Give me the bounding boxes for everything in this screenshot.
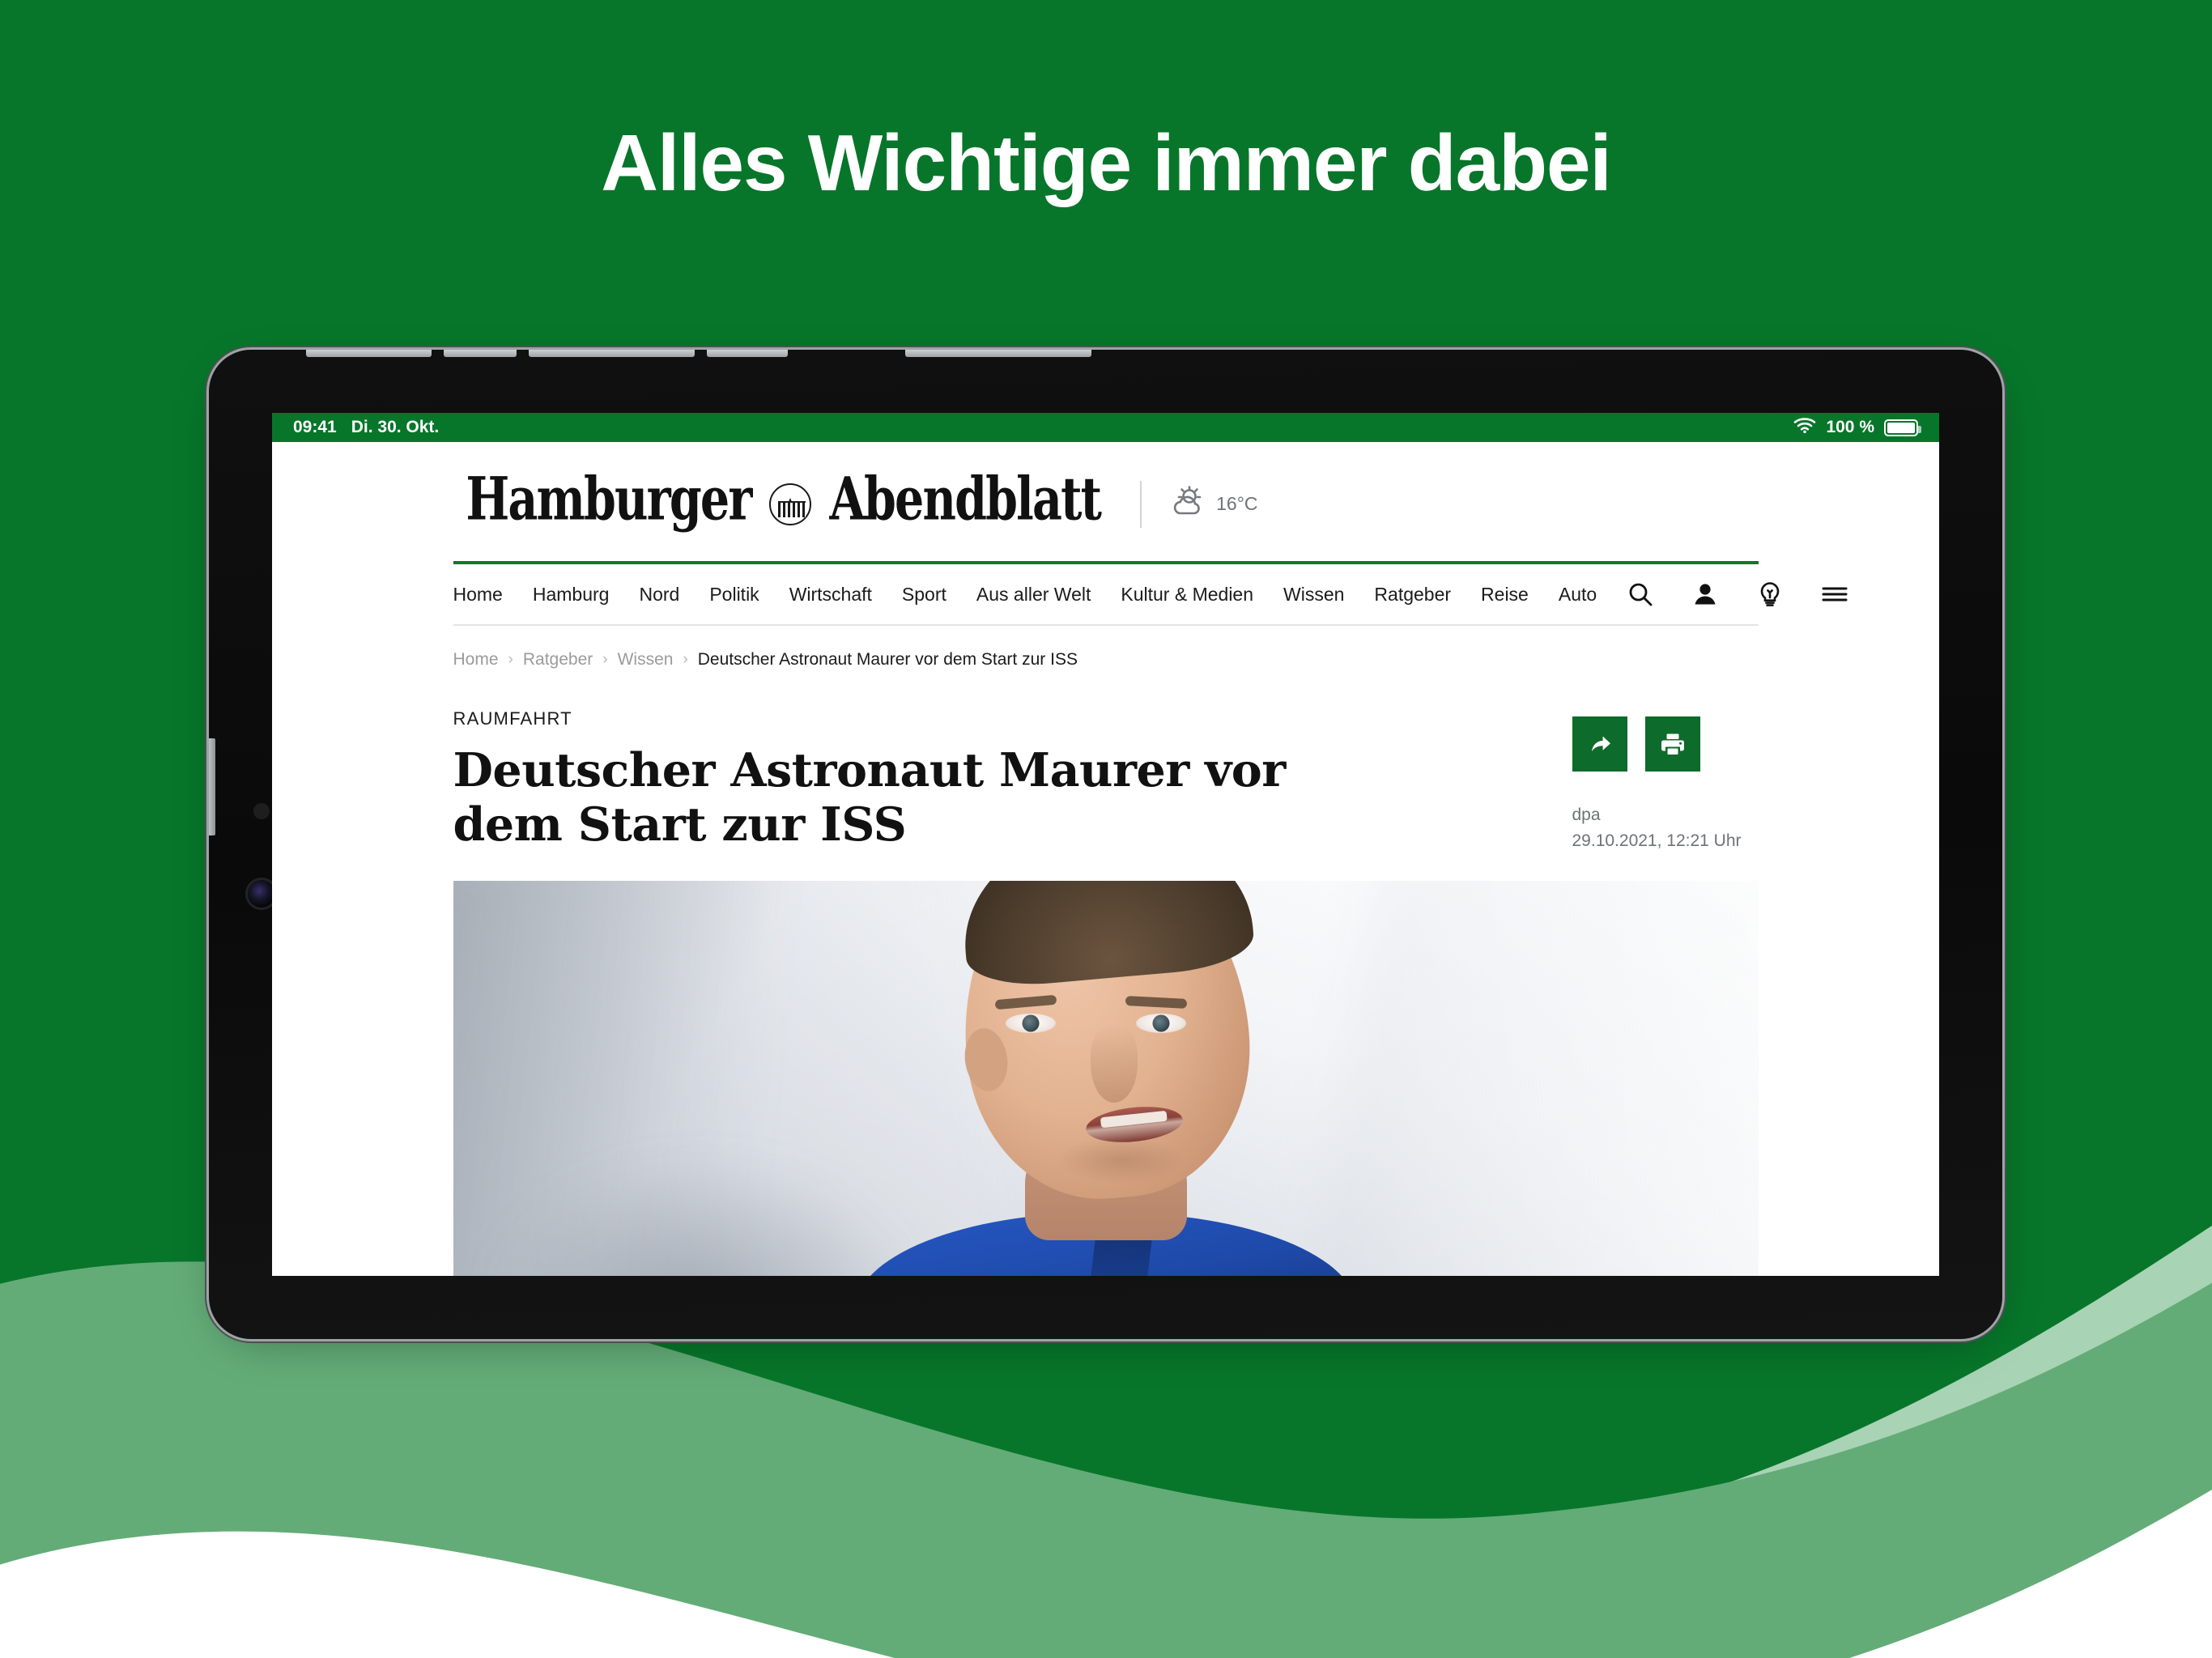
hamburg-coat-of-arms-seal-icon: [769, 483, 812, 525]
promo-headline: Alles Wichtige immer dabei: [601, 118, 1611, 207]
eye: [1005, 1014, 1056, 1033]
article-timestamp: 29.10.2021, 12:21 Uhr: [1572, 831, 1742, 850]
wifi-icon: [1793, 417, 1816, 438]
nav-item-hamburg[interactable]: Hamburg: [533, 584, 610, 606]
nav-item-auto[interactable]: Auto: [1559, 584, 1597, 606]
chin-shadow: [1055, 1137, 1185, 1184]
nav-item-kultur-medien[interactable]: Kultur & Medien: [1121, 584, 1253, 606]
news-site-page: Hamburger Abendblatt 16°C Home Hamburg N…: [272, 442, 1939, 1276]
breadcrumb-separator: ›: [602, 651, 608, 668]
astronaut-portrait: [854, 881, 1357, 1276]
article-byline: dpa 29.10.2021, 12:21 Uhr: [1572, 802, 1759, 853]
battery-full-icon: [1884, 419, 1921, 436]
article-actions: [1572, 716, 1759, 772]
breadcrumb-item-wissen[interactable]: Wissen: [618, 650, 674, 670]
weather-temperature: 16°C: [1216, 493, 1258, 514]
site-logo[interactable]: Hamburger Abendblatt: [453, 464, 1113, 534]
breadcrumb: Home › Ratgeber › Wissen › Deutscher Ast…: [453, 626, 1759, 691]
nav-item-wirtschaft[interactable]: Wirtschaft: [789, 584, 872, 606]
article-header: RAUMFAHRT Deutscher Astronaut Maurer vor…: [453, 691, 1759, 853]
nav-item-ratgeber[interactable]: Ratgeber: [1374, 584, 1451, 606]
status-time: 09:41: [293, 418, 337, 436]
breadcrumb-item-ratgeber[interactable]: Ratgeber: [523, 650, 593, 670]
article-source: dpa: [1572, 806, 1601, 824]
front-camera-icon: [248, 880, 275, 908]
eye: [1135, 1014, 1186, 1033]
tablet-device: 09:41 Di. 30. Okt. 100 % Hamburger Abend…: [209, 350, 2002, 1342]
tablet-frame: 09:41 Di. 30. Okt. 100 % Hamburger Abend…: [209, 350, 2002, 1339]
logo-text-left: Hamburger: [465, 463, 752, 534]
antenna-band: [905, 350, 1091, 357]
status-date: Di. 30. Okt.: [351, 418, 440, 436]
hamburger-menu-icon[interactable]: [1821, 580, 1848, 608]
antenna-band: [529, 350, 695, 357]
print-button[interactable]: [1644, 716, 1700, 772]
nose: [1090, 1025, 1138, 1103]
tablet-screen: 09:41 Di. 30. Okt. 100 % Hamburger Abend…: [272, 413, 1939, 1276]
nav-item-nord[interactable]: Nord: [639, 584, 679, 606]
status-bar: 09:41 Di. 30. Okt. 100 %: [272, 413, 1939, 442]
battery-percent-label: 100 %: [1826, 418, 1874, 436]
masthead-divider: [1140, 480, 1142, 528]
sun-behind-cloud-icon: [1169, 485, 1206, 523]
ambient-sensor-icon: [253, 803, 270, 819]
nav-item-wissen[interactable]: Wissen: [1283, 584, 1344, 606]
lightbulb-icon[interactable]: [1756, 580, 1784, 608]
user-account-icon[interactable]: [1691, 580, 1719, 608]
nav-item-reise[interactable]: Reise: [1481, 584, 1529, 606]
article-kicker: RAUMFAHRT: [453, 708, 572, 729]
article-headline: Deutscher Astronaut Maurer vor dem Start…: [453, 743, 1287, 852]
logo-text-right: Abendblatt: [829, 463, 1102, 534]
article-lead-image: [453, 881, 1759, 1276]
nav-item-aus-aller-welt[interactable]: Aus aller Welt: [976, 584, 1091, 606]
antenna-band: [306, 350, 432, 357]
volume-button[interactable]: [209, 738, 215, 835]
antenna-band: [444, 350, 517, 357]
main-navigation: Home Hamburg Nord Politik Wirtschaft Spo…: [453, 564, 1848, 624]
breadcrumb-item-home[interactable]: Home: [453, 650, 499, 670]
share-button[interactable]: [1572, 716, 1627, 772]
nav-item-politik[interactable]: Politik: [709, 584, 759, 606]
site-masthead: Hamburger Abendblatt 16°C: [453, 442, 1759, 561]
breadcrumb-item-current: Deutscher Astronaut Maurer vor dem Start…: [697, 650, 1078, 669]
antenna-band: [707, 350, 788, 357]
breadcrumb-separator: ›: [508, 651, 513, 668]
breadcrumb-separator: ›: [683, 651, 688, 668]
nav-item-sport[interactable]: Sport: [902, 584, 946, 606]
search-icon[interactable]: [1627, 580, 1654, 608]
promo-backdrop: Alles Wichtige immer dabei 09:41 Di. 30.…: [0, 0, 2212, 1658]
weather-widget[interactable]: 16°C: [1169, 485, 1258, 523]
nav-item-home[interactable]: Home: [453, 584, 503, 606]
